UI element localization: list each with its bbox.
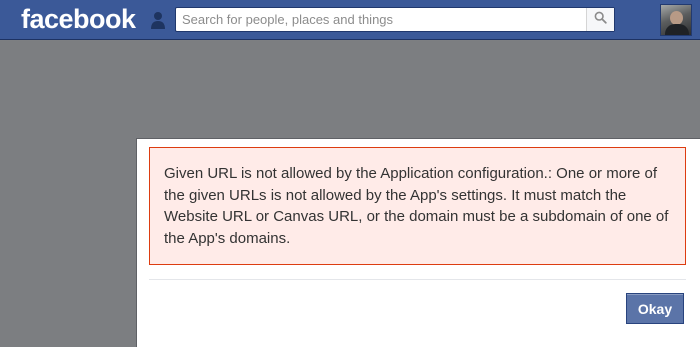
error-message-box: Given URL is not allowed by the Applicat…: [149, 147, 686, 265]
search-button[interactable]: [586, 8, 614, 31]
search-box: [175, 7, 615, 32]
error-dialog: Given URL is not allowed by the Applicat…: [136, 138, 700, 347]
top-navigation-bar: facebook: [0, 0, 700, 40]
error-message: Given URL is not allowed by the Applicat…: [164, 165, 669, 247]
avatar[interactable]: [660, 4, 692, 36]
avatar-body: [665, 24, 689, 35]
search-icon: [594, 11, 607, 29]
avatar-head: [670, 11, 683, 25]
dialog-footer: [149, 280, 686, 346]
okay-button[interactable]: Okay: [626, 293, 684, 324]
facebook-page: facebook Giv: [0, 0, 700, 347]
facebook-logo[interactable]: facebook: [21, 2, 136, 36]
person-icon[interactable]: [150, 10, 166, 30]
search-input[interactable]: [176, 8, 581, 31]
